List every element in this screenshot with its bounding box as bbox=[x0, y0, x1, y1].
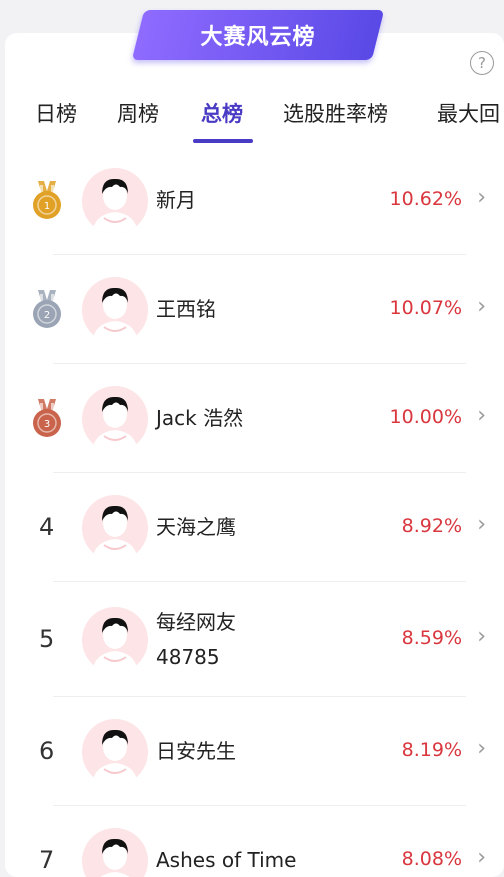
avatar[interactable] bbox=[82, 276, 148, 343]
tab-daily[interactable]: 日榜 bbox=[35, 98, 77, 128]
tab-overall[interactable]: 总榜 bbox=[201, 98, 243, 128]
rank-number: 5 bbox=[39, 624, 55, 653]
avatar[interactable] bbox=[82, 827, 148, 877]
bronze-medal-icon: 3 bbox=[31, 398, 63, 439]
return-percentage: 8.19% bbox=[401, 738, 462, 761]
svg-text:3: 3 bbox=[44, 419, 50, 430]
user-name[interactable]: 日安先生 bbox=[156, 734, 236, 769]
chevron-right-icon[interactable]: › bbox=[477, 185, 486, 210]
tab-win-rate[interactable]: 选股胜率榜 bbox=[283, 98, 388, 128]
return-percentage: 10.07% bbox=[389, 296, 462, 319]
user-name-line: 王西铭 bbox=[156, 297, 216, 321]
ranking-row[interactable]: 3 Jack 浩然 10.00% › bbox=[5, 364, 504, 473]
chevron-right-icon[interactable]: › bbox=[477, 294, 486, 319]
return-percentage: 10.62% bbox=[389, 187, 462, 210]
ranking-row[interactable]: 2 王西铭 10.07% › bbox=[5, 255, 504, 364]
gold-medal-icon: 1 bbox=[31, 180, 63, 221]
chevron-right-icon[interactable]: › bbox=[477, 512, 486, 537]
ranking-row[interactable]: 4 天海之鹰 8.92% › bbox=[5, 473, 504, 582]
avatar[interactable] bbox=[82, 494, 148, 561]
ranking-tabs: 日榜 周榜 总榜 选股胜率榜 最大回 bbox=[5, 88, 504, 146]
svg-text:2: 2 bbox=[44, 310, 50, 321]
ranking-row[interactable]: 6 日安先生 8.19% › bbox=[5, 697, 504, 806]
chevron-right-icon[interactable]: › bbox=[477, 736, 486, 761]
chevron-right-icon[interactable]: › bbox=[477, 624, 486, 649]
user-name[interactable]: 每经网友 48785 bbox=[156, 605, 236, 675]
avatar[interactable] bbox=[82, 167, 148, 234]
return-percentage: 8.92% bbox=[401, 514, 462, 537]
user-name[interactable]: 王西铭 bbox=[156, 292, 216, 327]
user-name-line: 日安先生 bbox=[156, 739, 236, 763]
avatar[interactable] bbox=[82, 606, 148, 673]
user-name-line: 新月 bbox=[156, 188, 196, 212]
silver-medal-icon: 2 bbox=[31, 289, 63, 330]
user-name[interactable]: Ashes of Time bbox=[156, 843, 296, 877]
rank-number: 4 bbox=[39, 512, 55, 541]
active-tab-indicator bbox=[193, 139, 253, 143]
chevron-right-icon[interactable]: › bbox=[477, 403, 486, 428]
avatar[interactable] bbox=[82, 385, 148, 452]
user-name-line: 48785 bbox=[156, 644, 220, 669]
user-name-line: 天海之鹰 bbox=[156, 515, 236, 539]
return-percentage: 8.08% bbox=[401, 847, 462, 870]
ranking-row[interactable]: 5 每经网友 48785 8.59% › bbox=[5, 582, 504, 697]
leaderboard-banner: 大赛风云榜 bbox=[131, 10, 385, 60]
tab-weekly[interactable]: 周榜 bbox=[117, 98, 159, 128]
chevron-right-icon[interactable]: › bbox=[477, 845, 486, 870]
user-name-line: 每经网友 bbox=[156, 609, 236, 634]
ranking-row[interactable]: 7 Ashes of Time 8.08% › bbox=[5, 806, 504, 877]
leaderboard-card: ? 日榜 周榜 总榜 选股胜率榜 最大回 1 新月 10.62% › 2 王西铭 10.07… bbox=[5, 33, 504, 877]
help-icon[interactable]: ? bbox=[470, 51, 494, 75]
ranking-row[interactable]: 1 新月 10.62% › bbox=[5, 146, 504, 255]
rank-number: 6 bbox=[39, 736, 55, 765]
user-name-line: Jack 浩然 bbox=[156, 406, 244, 430]
rank-number: 7 bbox=[39, 845, 55, 874]
avatar[interactable] bbox=[82, 718, 148, 785]
return-percentage: 10.00% bbox=[389, 405, 462, 428]
user-name[interactable]: Jack 浩然 bbox=[156, 401, 243, 436]
svg-text:1: 1 bbox=[44, 201, 50, 212]
tab-max-drawdown[interactable]: 最大回 bbox=[437, 98, 500, 128]
return-percentage: 8.59% bbox=[401, 626, 462, 649]
user-name[interactable]: 天海之鹰 bbox=[156, 510, 236, 545]
banner-title: 大赛风云榜 bbox=[200, 25, 316, 50]
user-name[interactable]: 新月 bbox=[156, 183, 196, 218]
user-name-line: Ashes of Time bbox=[156, 848, 297, 872]
